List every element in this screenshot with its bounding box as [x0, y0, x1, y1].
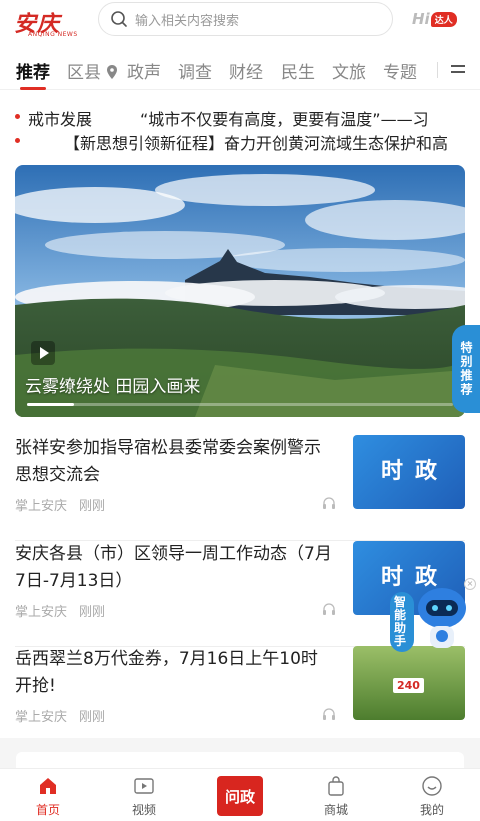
tab-livelihood[interactable]: 民生	[281, 58, 315, 83]
hero-video-card[interactable]: 云雾缭绕处 田园入画来	[15, 165, 465, 417]
tab-recommend[interactable]: 推荐	[16, 58, 50, 83]
news-source: 掌上安庆	[15, 710, 68, 725]
active-tab-indicator	[20, 87, 46, 90]
play-icon[interactable]	[31, 341, 55, 365]
tab-finance[interactable]: 财经	[229, 58, 263, 83]
hero-caption: 云雾缭绕处 田园入画来	[25, 377, 201, 397]
smart-assistant-button[interactable]: 智能助手 ×	[388, 578, 476, 658]
news-meta: 掌上安庆 刚刚	[15, 495, 105, 514]
headphones-icon[interactable]	[322, 496, 336, 510]
search-bar[interactable]: 输入相关内容搜索	[98, 2, 393, 36]
hi-label: Hi	[412, 10, 430, 28]
tab-district-label: 区县	[67, 63, 101, 83]
nav-wenzheng[interactable]: 问政	[217, 776, 263, 816]
news-meta: 掌上安庆 刚刚	[15, 706, 105, 725]
nav-wenzheng-label: 问政	[224, 787, 255, 806]
channel-tabs: 推荐 区县 政声 调查 财经 民生 文旅 专题	[0, 50, 480, 90]
news-item[interactable]: 张祥安参加指导宿松县委常委会案例警示思想交流会 掌上安庆 刚刚 时政	[15, 435, 465, 541]
thumb-label: 240	[393, 678, 424, 693]
carousel-progress	[27, 403, 74, 406]
nav-mall[interactable]: 商城	[306, 775, 366, 818]
assistant-label: 智能助手	[394, 595, 407, 648]
tab-separator	[437, 62, 438, 78]
top-header: 安庆 ANQING NEWS 输入相关内容搜索 Hi 达人	[0, 0, 480, 46]
news-time: 刚刚	[79, 499, 106, 514]
menu-icon[interactable]	[451, 63, 465, 75]
tab-culture-tourism[interactable]: 文旅	[332, 58, 366, 83]
daren-badge: 达人	[430, 11, 457, 27]
headphones-icon[interactable]	[322, 707, 336, 721]
headphones-icon[interactable]	[322, 602, 336, 616]
nav-mall-label: 商城	[323, 803, 348, 817]
next-card-peek	[0, 738, 480, 772]
news-time: 刚刚	[79, 605, 106, 620]
tab-survey[interactable]: 调查	[178, 58, 212, 83]
shop-bag-icon	[328, 776, 344, 796]
news-item[interactable]: 岳西翠兰8万代金券，7月16日上午10时开抢! 掌上安庆 刚刚 240	[15, 646, 465, 752]
news-thumbnail: 时政	[353, 435, 465, 509]
nav-video[interactable]: 视频	[114, 775, 174, 818]
video-icon	[134, 778, 154, 794]
anqing-logo[interactable]: 安庆 ANQING NEWS	[14, 6, 84, 38]
tab-special-topic[interactable]: 专题	[383, 58, 417, 83]
tab-zhengsheng[interactable]: 政声	[127, 58, 161, 83]
news-ticker-1[interactable]: 戒市发展 “城市不仅要有高度，更要有温度”——习	[0, 105, 480, 129]
wenzheng-badge: 问政	[217, 776, 263, 816]
news-title: 安庆各县（市）区领导一周工作动态（7月7日-7月13日）	[15, 544, 332, 591]
thumb-label: 时政	[381, 458, 450, 484]
news-meta: 掌上安庆 刚刚	[15, 601, 105, 620]
smiley-icon	[422, 776, 442, 796]
ticker-text: 戒市发展 “城市不仅要有高度，更要有温度”——习	[28, 110, 429, 129]
home-icon	[40, 778, 56, 794]
nav-mine[interactable]: 我的	[402, 775, 462, 818]
location-pin-icon	[107, 65, 118, 79]
search-icon	[111, 11, 127, 27]
search-placeholder: 输入相关内容搜索	[135, 13, 240, 29]
ticker-bullet	[15, 114, 20, 119]
close-icon[interactable]: ×	[464, 578, 476, 590]
nav-mine-label: 我的	[419, 803, 444, 817]
nav-home-label: 首页	[35, 803, 60, 817]
hi-daren-button[interactable]: Hi 达人	[412, 10, 457, 28]
special-recommend-tab[interactable]: 特别推荐	[452, 325, 480, 413]
news-title: 张祥安参加指导宿松县委常委会案例警示思想交流会	[15, 438, 321, 485]
news-ticker-2[interactable]: 【新思想引领新征程】奋力开创黄河流域生态保护和高	[0, 129, 480, 153]
logo-subtext: ANQING NEWS	[28, 31, 78, 38]
nav-home[interactable]: 首页	[18, 775, 78, 818]
ticker-text: 【新思想引领新征程】奋力开创黄河流域生态保护和高	[64, 134, 449, 153]
carousel-progress-track	[27, 403, 453, 406]
special-recommend-label: 特别推荐	[459, 341, 473, 397]
news-title: 岳西翠兰8万代金券，7月16日上午10时开抢!	[15, 649, 318, 696]
news-source: 掌上安庆	[15, 605, 68, 620]
news-source: 掌上安庆	[15, 499, 68, 514]
news-time: 刚刚	[79, 710, 106, 725]
ticker-bullet	[15, 138, 20, 143]
tab-district[interactable]: 区县	[67, 58, 118, 83]
nav-video-label: 视频	[131, 803, 156, 817]
